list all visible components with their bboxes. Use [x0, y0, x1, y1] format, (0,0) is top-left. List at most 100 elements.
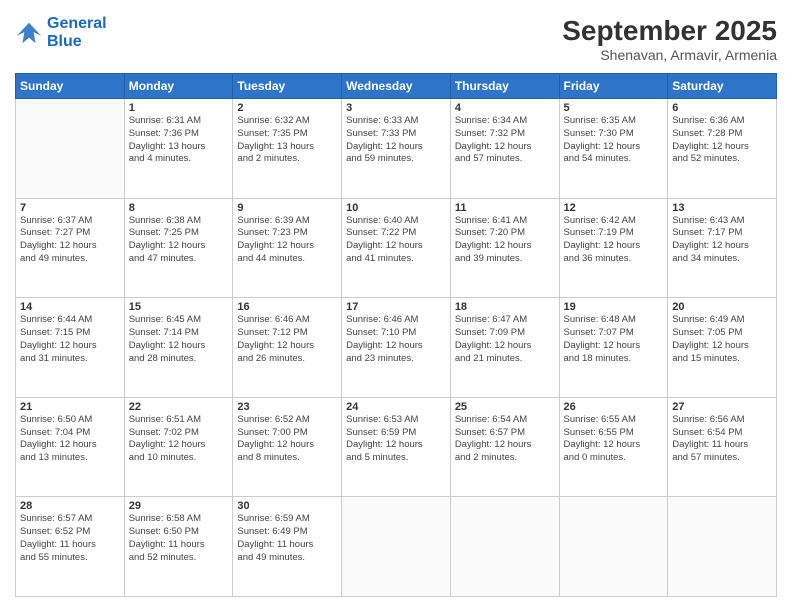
day-info: Sunrise: 6:43 AMSunset: 7:17 PMDaylight:…	[672, 215, 772, 266]
calendar-cell: 29Sunrise: 6:58 AMSunset: 6:50 PMDayligh…	[124, 497, 233, 597]
day-info: Sunrise: 6:56 AMSunset: 6:54 PMDaylight:…	[672, 414, 772, 465]
calendar-cell: 1Sunrise: 6:31 AMSunset: 7:36 PMDaylight…	[124, 99, 233, 199]
day-number: 1	[129, 102, 229, 114]
day-info: Sunrise: 6:38 AMSunset: 7:25 PMDaylight:…	[129, 215, 229, 266]
day-info: Sunrise: 6:33 AMSunset: 7:33 PMDaylight:…	[346, 115, 446, 166]
weekday-header-row: SundayMondayTuesdayWednesdayThursdayFrid…	[16, 74, 777, 99]
day-info: Sunrise: 6:58 AMSunset: 6:50 PMDaylight:…	[129, 513, 229, 564]
calendar-table: SundayMondayTuesdayWednesdayThursdayFrid…	[15, 73, 777, 597]
day-number: 10	[346, 202, 446, 214]
weekday-header-saturday: Saturday	[668, 74, 777, 99]
day-number: 11	[455, 202, 555, 214]
page: General Blue September 2025 Shenavan, Ar…	[0, 0, 792, 612]
calendar-cell	[668, 497, 777, 597]
day-info: Sunrise: 6:36 AMSunset: 7:28 PMDaylight:…	[672, 115, 772, 166]
day-number: 5	[564, 102, 664, 114]
calendar-cell: 12Sunrise: 6:42 AMSunset: 7:19 PMDayligh…	[559, 198, 668, 298]
day-info: Sunrise: 6:41 AMSunset: 7:20 PMDaylight:…	[455, 215, 555, 266]
calendar-cell	[16, 99, 125, 199]
day-number: 25	[455, 401, 555, 413]
day-number: 7	[20, 202, 120, 214]
day-number: 30	[237, 500, 337, 512]
calendar-cell: 23Sunrise: 6:52 AMSunset: 7:00 PMDayligh…	[233, 397, 342, 497]
day-info: Sunrise: 6:37 AMSunset: 7:27 PMDaylight:…	[20, 215, 120, 266]
day-info: Sunrise: 6:44 AMSunset: 7:15 PMDaylight:…	[20, 314, 120, 365]
calendar-cell: 16Sunrise: 6:46 AMSunset: 7:12 PMDayligh…	[233, 298, 342, 398]
day-info: Sunrise: 6:50 AMSunset: 7:04 PMDaylight:…	[20, 414, 120, 465]
day-number: 8	[129, 202, 229, 214]
day-number: 20	[672, 301, 772, 313]
day-number: 29	[129, 500, 229, 512]
calendar-cell: 14Sunrise: 6:44 AMSunset: 7:15 PMDayligh…	[16, 298, 125, 398]
week-row-3: 14Sunrise: 6:44 AMSunset: 7:15 PMDayligh…	[16, 298, 777, 398]
calendar-cell: 22Sunrise: 6:51 AMSunset: 7:02 PMDayligh…	[124, 397, 233, 497]
day-info: Sunrise: 6:42 AMSunset: 7:19 PMDaylight:…	[564, 215, 664, 266]
logo-text: General Blue	[47, 15, 107, 50]
location-subtitle: Shenavan, Armavir, Armenia	[562, 47, 777, 63]
calendar-cell: 18Sunrise: 6:47 AMSunset: 7:09 PMDayligh…	[450, 298, 559, 398]
calendar-cell	[559, 497, 668, 597]
title-block: September 2025 Shenavan, Armavir, Armeni…	[562, 15, 777, 63]
week-row-4: 21Sunrise: 6:50 AMSunset: 7:04 PMDayligh…	[16, 397, 777, 497]
calendar-cell: 5Sunrise: 6:35 AMSunset: 7:30 PMDaylight…	[559, 99, 668, 199]
calendar-cell: 8Sunrise: 6:38 AMSunset: 7:25 PMDaylight…	[124, 198, 233, 298]
weekday-header-sunday: Sunday	[16, 74, 125, 99]
day-info: Sunrise: 6:34 AMSunset: 7:32 PMDaylight:…	[455, 115, 555, 166]
day-number: 12	[564, 202, 664, 214]
calendar-cell: 21Sunrise: 6:50 AMSunset: 7:04 PMDayligh…	[16, 397, 125, 497]
day-info: Sunrise: 6:40 AMSunset: 7:22 PMDaylight:…	[346, 215, 446, 266]
calendar-cell: 13Sunrise: 6:43 AMSunset: 7:17 PMDayligh…	[668, 198, 777, 298]
day-info: Sunrise: 6:59 AMSunset: 6:49 PMDaylight:…	[237, 513, 337, 564]
day-number: 17	[346, 301, 446, 313]
calendar-cell: 10Sunrise: 6:40 AMSunset: 7:22 PMDayligh…	[342, 198, 451, 298]
day-info: Sunrise: 6:39 AMSunset: 7:23 PMDaylight:…	[237, 215, 337, 266]
day-info: Sunrise: 6:45 AMSunset: 7:14 PMDaylight:…	[129, 314, 229, 365]
day-number: 16	[237, 301, 337, 313]
calendar-cell: 20Sunrise: 6:49 AMSunset: 7:05 PMDayligh…	[668, 298, 777, 398]
day-number: 2	[237, 102, 337, 114]
day-info: Sunrise: 6:35 AMSunset: 7:30 PMDaylight:…	[564, 115, 664, 166]
week-row-2: 7Sunrise: 6:37 AMSunset: 7:27 PMDaylight…	[16, 198, 777, 298]
weekday-header-tuesday: Tuesday	[233, 74, 342, 99]
day-number: 15	[129, 301, 229, 313]
day-info: Sunrise: 6:54 AMSunset: 6:57 PMDaylight:…	[455, 414, 555, 465]
day-info: Sunrise: 6:46 AMSunset: 7:10 PMDaylight:…	[346, 314, 446, 365]
calendar-cell: 9Sunrise: 6:39 AMSunset: 7:23 PMDaylight…	[233, 198, 342, 298]
day-info: Sunrise: 6:51 AMSunset: 7:02 PMDaylight:…	[129, 414, 229, 465]
day-number: 13	[672, 202, 772, 214]
day-number: 27	[672, 401, 772, 413]
day-info: Sunrise: 6:49 AMSunset: 7:05 PMDaylight:…	[672, 314, 772, 365]
month-title: September 2025	[562, 15, 777, 47]
calendar-cell	[450, 497, 559, 597]
day-number: 22	[129, 401, 229, 413]
day-info: Sunrise: 6:47 AMSunset: 7:09 PMDaylight:…	[455, 314, 555, 365]
day-info: Sunrise: 6:48 AMSunset: 7:07 PMDaylight:…	[564, 314, 664, 365]
day-info: Sunrise: 6:31 AMSunset: 7:36 PMDaylight:…	[129, 115, 229, 166]
calendar-cell	[342, 497, 451, 597]
day-number: 24	[346, 401, 446, 413]
calendar-cell: 2Sunrise: 6:32 AMSunset: 7:35 PMDaylight…	[233, 99, 342, 199]
calendar-cell: 4Sunrise: 6:34 AMSunset: 7:32 PMDaylight…	[450, 99, 559, 199]
weekday-header-wednesday: Wednesday	[342, 74, 451, 99]
calendar-cell: 11Sunrise: 6:41 AMSunset: 7:20 PMDayligh…	[450, 198, 559, 298]
header: General Blue September 2025 Shenavan, Ar…	[15, 15, 777, 63]
calendar-cell: 30Sunrise: 6:59 AMSunset: 6:49 PMDayligh…	[233, 497, 342, 597]
week-row-5: 28Sunrise: 6:57 AMSunset: 6:52 PMDayligh…	[16, 497, 777, 597]
day-info: Sunrise: 6:53 AMSunset: 6:59 PMDaylight:…	[346, 414, 446, 465]
weekday-header-friday: Friday	[559, 74, 668, 99]
weekday-header-thursday: Thursday	[450, 74, 559, 99]
calendar-cell: 27Sunrise: 6:56 AMSunset: 6:54 PMDayligh…	[668, 397, 777, 497]
calendar-cell: 19Sunrise: 6:48 AMSunset: 7:07 PMDayligh…	[559, 298, 668, 398]
day-number: 3	[346, 102, 446, 114]
day-number: 9	[237, 202, 337, 214]
calendar-cell: 24Sunrise: 6:53 AMSunset: 6:59 PMDayligh…	[342, 397, 451, 497]
day-number: 14	[20, 301, 120, 313]
calendar-cell: 7Sunrise: 6:37 AMSunset: 7:27 PMDaylight…	[16, 198, 125, 298]
day-info: Sunrise: 6:57 AMSunset: 6:52 PMDaylight:…	[20, 513, 120, 564]
calendar-cell: 26Sunrise: 6:55 AMSunset: 6:55 PMDayligh…	[559, 397, 668, 497]
day-info: Sunrise: 6:55 AMSunset: 6:55 PMDaylight:…	[564, 414, 664, 465]
day-number: 28	[20, 500, 120, 512]
logo: General Blue	[15, 15, 107, 50]
day-info: Sunrise: 6:46 AMSunset: 7:12 PMDaylight:…	[237, 314, 337, 365]
logo-icon	[15, 19, 43, 47]
